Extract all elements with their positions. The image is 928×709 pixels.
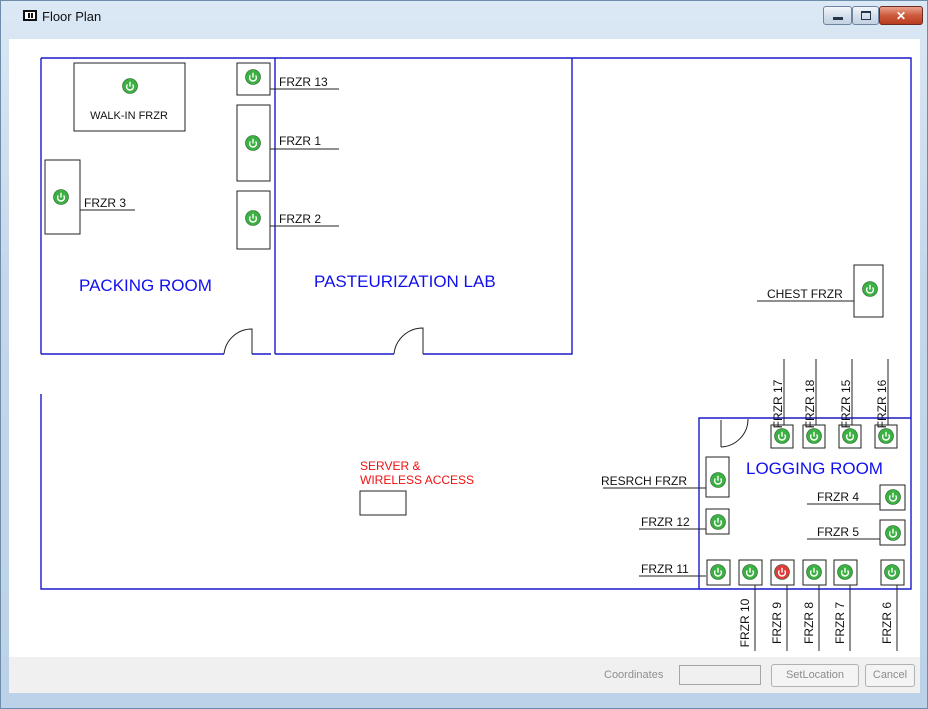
frzr7-label: FRZR 7 bbox=[833, 602, 847, 644]
walkin-label: WALK-IN FRZR bbox=[90, 110, 168, 122]
frzr7-status-power-icon[interactable] bbox=[837, 564, 853, 580]
frzr2-label: FRZR 2 bbox=[279, 212, 321, 226]
frzr4-label: FRZR 4 bbox=[817, 490, 859, 504]
window-title: Floor Plan bbox=[42, 9, 102, 24]
frzr12-status-power-icon[interactable] bbox=[710, 514, 726, 530]
frzr16-status-power-icon[interactable] bbox=[878, 428, 894, 444]
frzr4-status-power-icon[interactable] bbox=[885, 489, 901, 505]
frzr13-status-power-icon[interactable] bbox=[245, 69, 261, 85]
frzr17-label: FRZR 17 bbox=[771, 379, 785, 428]
walls bbox=[40, 57, 912, 590]
pasteurization-lab-label: PASTEURIZATION LAB bbox=[314, 272, 496, 291]
frzr11-label: FRZR 11 bbox=[641, 562, 689, 576]
floor-plan-window: Floor Plan ✕ PACKING ROOM PASTEURIZATION… bbox=[0, 0, 928, 709]
minimize-button[interactable] bbox=[823, 6, 852, 25]
status-bar: Coordinates SetLocation Cancel bbox=[9, 657, 920, 693]
frzr3-status-power-icon[interactable] bbox=[53, 189, 69, 205]
frzr6-status-power-icon[interactable] bbox=[884, 564, 900, 580]
coordinates-label: Coordinates bbox=[604, 669, 664, 681]
logging-room-label: LOGGING ROOM bbox=[746, 459, 883, 478]
resrch-label: RESRCH FRZR bbox=[601, 474, 687, 488]
app-icon bbox=[23, 10, 37, 21]
close-button[interactable]: ✕ bbox=[879, 6, 923, 25]
packing-room-label: PACKING ROOM bbox=[79, 276, 212, 295]
cancel-button[interactable]: Cancel bbox=[865, 664, 915, 687]
frzr18-label: FRZR 18 bbox=[803, 379, 817, 428]
frzr13-label: FRZR 13 bbox=[279, 75, 328, 89]
set-location-button[interactable]: SetLocation bbox=[771, 664, 859, 687]
frzr10-label: FRZR 10 bbox=[738, 598, 752, 647]
frzr3-label: FRZR 3 bbox=[84, 196, 126, 210]
minimize-icon bbox=[832, 17, 843, 20]
door-packing bbox=[223, 328, 253, 355]
frzr8-label: FRZR 8 bbox=[802, 602, 816, 644]
frzr16-label: FRZR 16 bbox=[875, 379, 889, 428]
frzr11-status-power-icon[interactable] bbox=[710, 564, 726, 580]
frzr8-status-power-icon[interactable] bbox=[806, 564, 822, 580]
door-logging bbox=[720, 418, 749, 448]
chest-status-power-icon[interactable] bbox=[862, 281, 878, 297]
coordinates-field[interactable] bbox=[679, 665, 761, 685]
door-pasteurization bbox=[393, 327, 424, 355]
maximize-icon bbox=[860, 11, 871, 20]
close-icon: ✕ bbox=[895, 8, 907, 23]
frzr6-label: FRZR 6 bbox=[880, 602, 894, 644]
frzr5-status-power-icon[interactable] bbox=[885, 525, 901, 541]
chest-label: CHEST FRZR bbox=[767, 287, 843, 301]
freezer-layer: WALK-IN FRZR FRZR 13 FRZR 1 FRZR 2 FRZR 3 CHE… bbox=[44, 62, 906, 651]
server-box[interactable] bbox=[359, 490, 407, 516]
frzr9-status-power-icon[interactable] bbox=[774, 564, 790, 580]
resrch-status-power-icon[interactable] bbox=[710, 472, 726, 488]
floor-plan-canvas[interactable]: PACKING ROOM PASTEURIZATION LAB LOGGING … bbox=[9, 39, 920, 657]
frzr2-status-power-icon[interactable] bbox=[245, 210, 261, 226]
frzr17-status-power-icon[interactable] bbox=[774, 428, 790, 444]
frzr15-label: FRZR 15 bbox=[839, 379, 853, 428]
floor-plan-drawing: PACKING ROOM PASTEURIZATION LAB LOGGING … bbox=[40, 57, 912, 651]
pasteurization-lab-walls bbox=[275, 58, 573, 355]
frzr10-status-power-icon[interactable] bbox=[742, 564, 758, 580]
server-label-line1: SERVER & bbox=[360, 459, 420, 473]
walkin-status-power-icon[interactable] bbox=[122, 78, 138, 94]
doors bbox=[223, 327, 749, 448]
frzr12-label: FRZR 12 bbox=[641, 515, 690, 529]
frzr18-status-power-icon[interactable] bbox=[806, 428, 822, 444]
frzr1-status-power-icon[interactable] bbox=[245, 135, 261, 151]
frzr1-label: FRZR 1 bbox=[279, 134, 321, 148]
frzr9-label: FRZR 9 bbox=[770, 602, 784, 644]
frzr15-status-power-icon[interactable] bbox=[842, 428, 858, 444]
maximize-button[interactable] bbox=[852, 6, 879, 25]
client-area: PACKING ROOM PASTEURIZATION LAB LOGGING … bbox=[9, 39, 920, 693]
title-bar[interactable]: Floor Plan ✕ bbox=[1, 1, 927, 39]
server-label-line2: WIRELESS ACCESS bbox=[360, 473, 474, 487]
outer-wall bbox=[40, 57, 912, 590]
frzr5-label: FRZR 5 bbox=[817, 525, 859, 539]
